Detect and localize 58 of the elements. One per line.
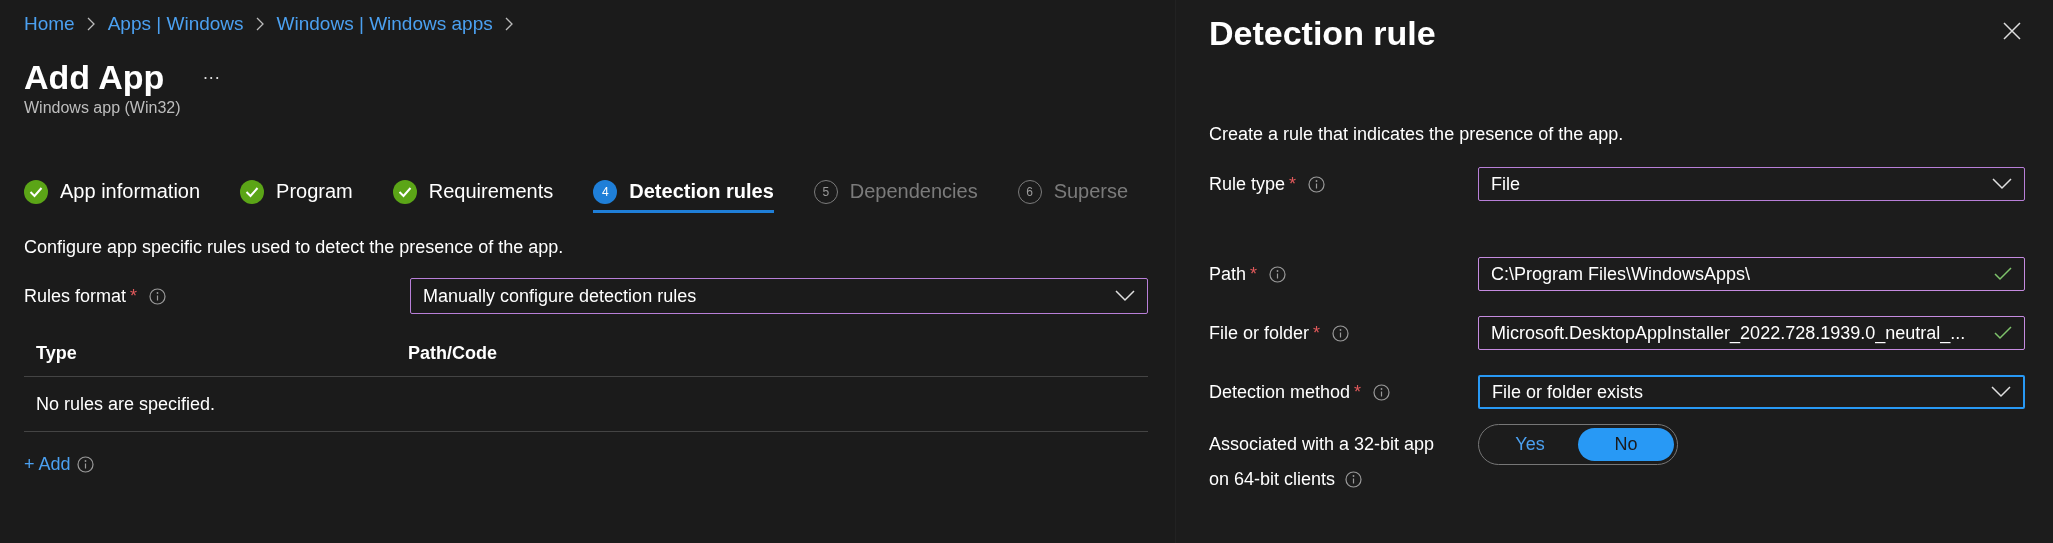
page-subtitle: Windows app (Win32) bbox=[24, 99, 182, 117]
chevron-down-icon bbox=[1115, 290, 1135, 302]
empty-message: No rules are specified. bbox=[36, 393, 216, 415]
info-icon[interactable] bbox=[1332, 324, 1350, 342]
field-label: File or folder bbox=[1209, 322, 1310, 344]
rules-format-dropdown[interactable]: Manually configure detection rules bbox=[410, 278, 1148, 314]
close-icon[interactable] bbox=[2003, 22, 2021, 40]
checkmark-icon bbox=[1994, 267, 2012, 281]
chevron-right-icon bbox=[504, 17, 514, 31]
page-title: Add App bbox=[24, 58, 165, 97]
check-circle-icon bbox=[240, 179, 265, 204]
field-label: Detection method bbox=[1209, 381, 1351, 403]
column-header: Type bbox=[35, 342, 78, 364]
field-label: on 64-bit clients bbox=[1209, 468, 1336, 491]
info-icon[interactable] bbox=[1269, 265, 1287, 283]
wizard-tab[interactable]: 4 Detection rules bbox=[593, 173, 774, 213]
add-link[interactable]: + Add bbox=[24, 454, 71, 475]
step-number: 4 bbox=[593, 179, 618, 204]
required-mark: * bbox=[1313, 322, 1321, 344]
wizard-tab[interactable]: Program bbox=[240, 173, 353, 213]
input-field[interactable]: C:\Program Files\WindowsApps\ bbox=[1478, 257, 2025, 291]
required-mark: * bbox=[1354, 381, 1362, 403]
info-icon[interactable] bbox=[149, 287, 167, 305]
toggle-option[interactable]: Yes bbox=[1482, 428, 1578, 461]
required-mark: * bbox=[1250, 263, 1258, 285]
toggle-option[interactable]: No bbox=[1578, 428, 1674, 461]
chevron-right-icon bbox=[255, 17, 265, 31]
breadcrumb-link[interactable]: Apps | Windows bbox=[107, 13, 244, 35]
required-mark: * bbox=[130, 285, 138, 307]
field-label: Path bbox=[1209, 263, 1247, 285]
wizard-tab[interactable]: 6 Superse bbox=[1017, 173, 1129, 213]
chevron-down-icon bbox=[1991, 386, 2011, 398]
chevron-down-icon bbox=[1992, 178, 2012, 190]
required-mark: * bbox=[1289, 173, 1297, 195]
field-label: Rules format bbox=[24, 285, 127, 307]
breadcrumb-link[interactable]: Windows | Windows apps bbox=[276, 13, 493, 35]
info-icon[interactable] bbox=[76, 456, 94, 473]
panel-title: Detection rule bbox=[1209, 13, 1436, 54]
panel-description: Create a rule that indicates the presence of the app. bbox=[1209, 124, 1625, 145]
check-circle-icon bbox=[392, 179, 417, 204]
wizard-tab[interactable]: Requirements bbox=[392, 173, 554, 213]
chevron-right-icon bbox=[86, 17, 96, 31]
wizard-tab[interactable]: 5 Dependencies bbox=[813, 173, 978, 213]
wizard-tab[interactable]: App information bbox=[24, 173, 201, 213]
dropdown-field[interactable]: File bbox=[1478, 167, 2025, 201]
field-label: Associated with a 32-bit app bbox=[1209, 433, 1435, 456]
description-text: Configure app specific rules used to detect the presence of the app. bbox=[24, 237, 565, 258]
info-icon[interactable] bbox=[1308, 175, 1326, 193]
checkmark-icon bbox=[1994, 326, 2012, 340]
input-field[interactable]: Microsoft.DesktopAppInstaller_2022.728.1939.0_neutral_... bbox=[1478, 316, 2025, 350]
field-label: Rule type bbox=[1209, 173, 1286, 195]
breadcrumb-link[interactable]: Home bbox=[24, 13, 75, 35]
info-icon[interactable] bbox=[1345, 471, 1363, 488]
column-header: Path/Code bbox=[408, 342, 497, 364]
check-circle-icon bbox=[24, 179, 48, 204]
more-button[interactable]: ··· bbox=[202, 67, 221, 88]
info-icon[interactable] bbox=[1373, 383, 1391, 401]
dropdown-field[interactable]: File or folder exists bbox=[1478, 375, 2025, 409]
